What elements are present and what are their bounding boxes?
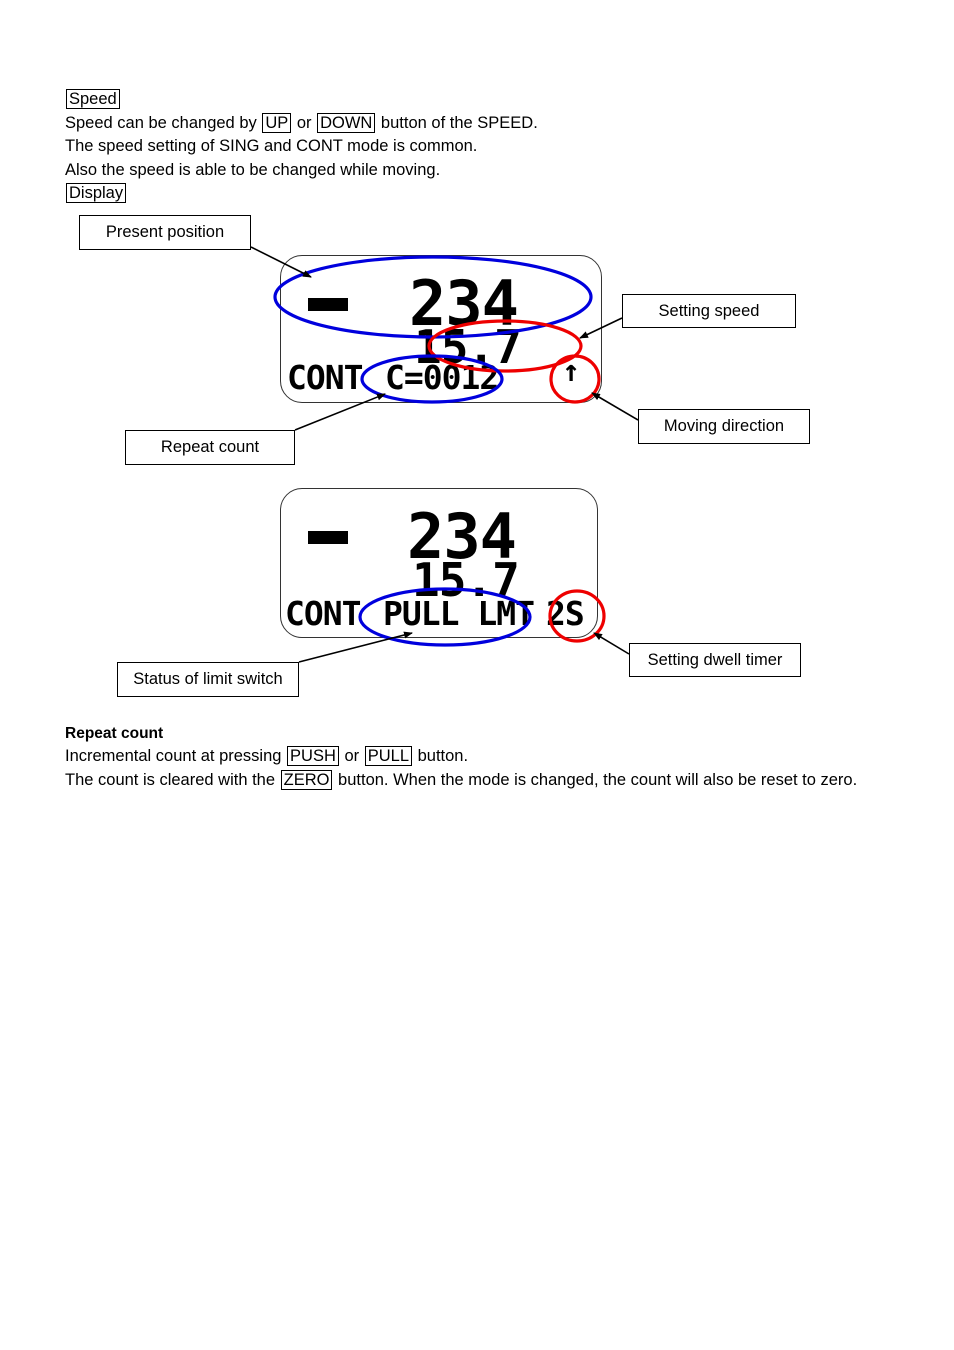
lcd-display-panel-1: 234 15.7 CONT C=0012 ↑ [280,255,602,403]
lcd-2-sign-minus-icon [308,531,348,544]
speed-line-1-part-c: button of the SPEED. [376,113,538,132]
callout-present-position-label: Present position [105,223,225,241]
lcd-2-content: 234 15.7 CONT PULL LMT 2S [281,489,597,637]
leader-setting-dwell-timer [593,632,630,655]
callout-setting-dwell-timer: Setting dwell timer [629,643,801,677]
callout-status-limit-switch: Status of limit switch [117,662,299,697]
repeat-count-line-2: The count is cleared with the ZERO butto… [65,769,895,793]
repeat-line-1-part-b: or [339,747,364,765]
lcd-2-mode-label: CONT [285,594,361,633]
repeat-line-2-part-a: The count is cleared with the [65,770,280,789]
lcd-1-sign-minus-icon [308,298,348,311]
up-arrow-icon: ↑ [562,354,581,389]
down-button-ref: DOWN [317,112,376,133]
speed-section: Speed Speed can be changed by UP or DOWN… [65,88,885,206]
lcd-1-content: 234 15.7 CONT C=0012 ↑ [281,256,601,402]
speed-heading-line: Speed [65,88,885,112]
display-heading-line: Display [65,182,885,206]
speed-line-1: Speed can be changed by UP or DOWN butto… [65,112,885,136]
display-heading: Display [66,183,127,203]
lcd-1-mode-label: CONT [287,358,363,397]
lcd-1-repeat-count-value: C=0012 [385,358,499,397]
lcd-2-dwell-timer-value: 2S [546,594,585,633]
speed-line-1-part-a: Speed can be changed by [65,113,262,132]
repeat-count-heading: Repeat count [65,725,164,742]
repeat-line-1-part-c: button. [413,747,469,765]
repeat-count-line-1: Incremental count at pressing PUSH or PU… [65,745,895,769]
callout-moving-direction-label: Moving direction [663,417,785,435]
zero-button-ref: ZERO [280,769,333,790]
callout-setting-speed-label: Setting speed [658,301,760,320]
speed-heading: Speed [66,89,120,109]
callout-status-limit-switch-label: Status of limit switch [133,670,283,688]
callout-setting-dwell-timer-label: Setting dwell timer [647,650,783,669]
pull-button-ref: PULL [364,746,413,766]
callout-repeat-count-label: Repeat count [160,438,260,456]
repeat-count-section: Repeat count Incremental count at pressi… [65,722,895,792]
speed-line-2: The speed setting of SING and CONT mode … [65,137,478,155]
callout-setting-speed: Setting speed [622,294,796,328]
callout-present-position: Present position [79,215,251,250]
lcd-2-limit-status-value: PULL LMT [383,594,535,633]
speed-line-1-part-b: or [292,113,317,132]
callout-repeat-count: Repeat count [125,430,295,465]
callout-moving-direction: Moving direction [638,409,810,444]
lcd-display-panel-2: 234 15.7 CONT PULL LMT 2S [280,488,598,638]
document-page: Speed Speed can be changed by UP or DOWN… [0,0,954,1350]
repeat-line-1-part-a: Incremental count at pressing [65,747,287,765]
speed-line-3: Also the speed is able to be changed whi… [65,160,441,179]
up-button-ref: UP [262,112,292,133]
repeat-line-2-part-b: button. When the mode is changed, the co… [333,770,858,789]
push-button-ref: PUSH [287,746,339,766]
